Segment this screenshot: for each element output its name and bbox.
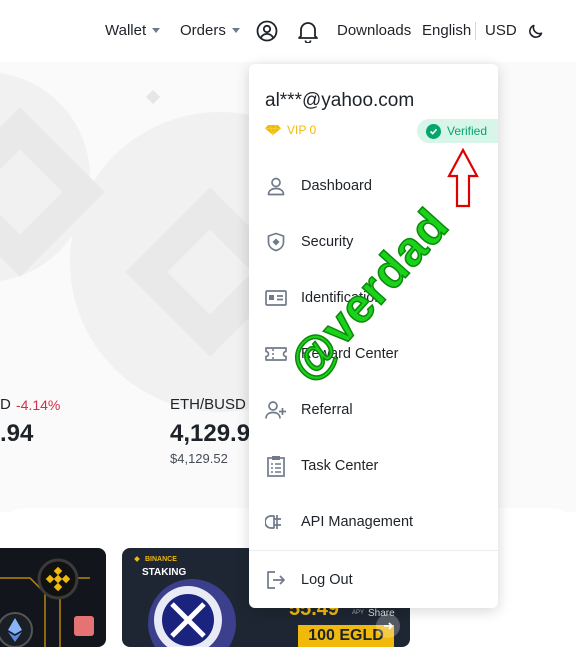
chevron-down-icon [231,28,240,33]
red-arrow-annotation [447,148,479,208]
menu-divider [249,550,498,551]
vip-label: VIP 0 [287,123,317,137]
clipboard-icon [265,455,287,477]
ticker-usd-price: $4,129.52 [170,451,228,466]
check-circle-icon [426,123,441,139]
promo-card[interactable] [0,548,106,647]
orders-menu[interactable]: Orders [180,22,240,39]
apy-unit: APY [352,610,365,616]
orders-label: Orders [180,22,226,39]
menu-item-task-center[interactable]: Task Center [249,438,498,494]
next-arrow-icon[interactable] [376,614,400,638]
menu-label: Task Center [301,458,379,474]
language-selector[interactable]: English [422,22,471,39]
hero-decoration [145,89,161,105]
menu-label: Security [301,234,354,250]
vip-badge[interactable]: VIP 0 [265,123,316,137]
wallet-label: Wallet [105,22,147,39]
nav-divider [475,22,476,40]
verified-badge[interactable]: Verified [417,119,498,143]
id-card-icon [265,287,287,309]
downloads-label: Downloads [337,22,412,39]
top-navbar: Wallet Orders Downloads English USD [0,0,576,62]
diamond-icon [265,124,281,136]
currency-label: USD [485,22,517,39]
verified-label: Verified [447,124,488,138]
account-dropdown: al***@yahoo.com VIP 0 Verified Dashboard… [249,64,498,608]
ticker-pair[interactable]: D [0,396,11,413]
chevron-down-icon [152,28,161,33]
ticker-pair[interactable]: ETH/BUSD [170,396,246,413]
bell-icon[interactable] [297,20,319,48]
plug-icon [265,511,287,533]
promo-card-graphic [0,558,94,647]
ticker-price: 4,129.9 [170,420,251,447]
profile-icon[interactable] [256,20,278,47]
currency-selector[interactable]: USD [485,22,517,39]
menu-label: Referral [301,402,353,418]
downloads-link[interactable]: Downloads [337,22,411,39]
ticker-price: .94 [0,420,34,447]
menu-item-api-management[interactable]: API Management [249,494,498,550]
menu-label: Dashboard [301,178,372,194]
menu-item-referral[interactable]: Referral [249,382,498,438]
language-label: English [422,22,472,39]
menu-label: Log Out [301,572,353,588]
account-email: al***@yahoo.com [265,90,415,111]
logout-icon [265,569,287,591]
shield-icon [265,231,287,253]
menu-label: API Management [301,514,414,530]
wallet-menu[interactable]: Wallet [105,22,161,39]
add-user-icon [265,399,287,421]
ticker-change: -4.14% [16,397,61,413]
moon-icon[interactable] [528,23,544,44]
menu-item-log-out[interactable]: Log Out [249,552,498,608]
user-icon [265,175,287,197]
